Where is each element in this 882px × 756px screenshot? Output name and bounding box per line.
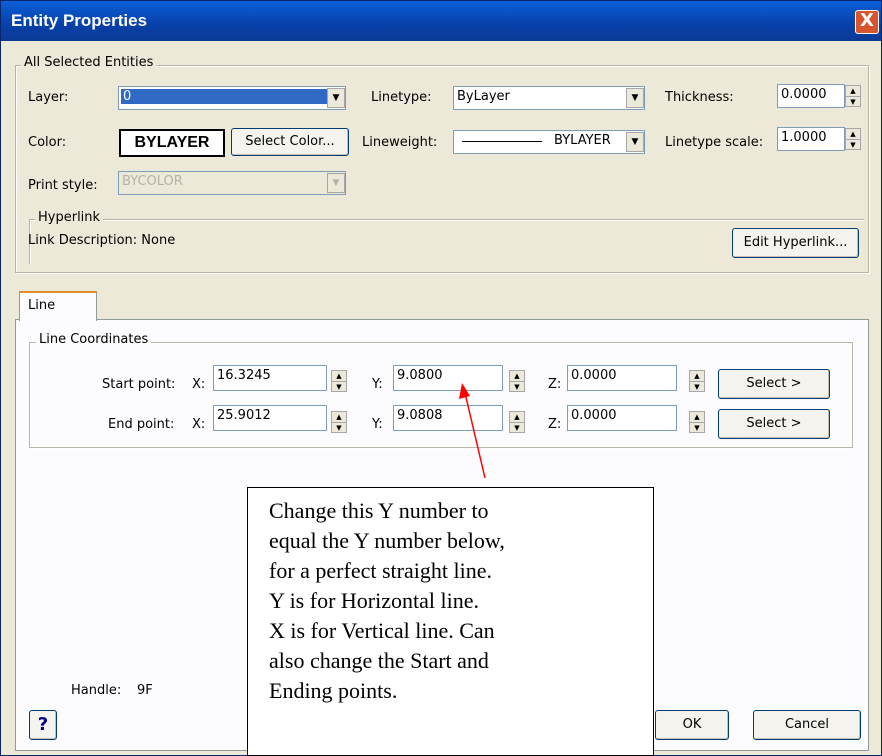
start-y-input[interactable]: 9.0800 <box>393 365 503 391</box>
linetype-scale-input[interactable]: 1.0000 <box>777 127 845 151</box>
start-z-input[interactable]: 0.0000 <box>567 365 677 391</box>
close-button[interactable]: X <box>855 10 879 34</box>
help-button[interactable]: ? <box>29 710 57 740</box>
start-x-label: X: <box>192 377 206 392</box>
lineweight-select[interactable]: BYLAYER <box>453 130 645 154</box>
end-point-label: End point: <box>108 417 175 432</box>
annotation-line: Change this Y number to <box>269 498 489 523</box>
start-x-input[interactable]: 16.3245 <box>213 365 327 391</box>
lineweight-line-icon <box>462 141 542 142</box>
start-point-label: Start point: <box>102 377 176 392</box>
handle-value: 9F <box>137 683 153 698</box>
print-style-dropdown-arrow-icon: ▼ <box>327 173 345 193</box>
annotation-line: also change the Start and <box>269 648 489 673</box>
annotation-line: equal the Y number below, <box>269 528 505 553</box>
lineweight-dropdown-arrow-icon[interactable]: ▼ <box>626 132 644 152</box>
linetype-scale-spinner[interactable]: ▲ ▼ <box>845 128 861 150</box>
select-color-button[interactable]: Select Color... <box>231 128 349 156</box>
layer-label: Layer: <box>28 90 69 105</box>
color-value: BYLAYER <box>119 129 225 157</box>
tab-line[interactable]: Line <box>19 291 97 321</box>
thickness-label: Thickness: <box>665 90 734 105</box>
end-x-spinner[interactable]: ▲ ▼ <box>331 411 347 433</box>
start-y-spinner[interactable]: ▲ ▼ <box>509 370 525 392</box>
annotation-line: X is for Vertical line. Can <box>269 618 495 643</box>
end-x-input[interactable]: 25.9012 <box>213 405 327 431</box>
end-z-input[interactable]: 0.0000 <box>567 405 677 431</box>
start-x-spinner[interactable]: ▲ ▼ <box>331 370 347 392</box>
layer-value: 0 <box>121 89 328 104</box>
line-coordinates-label: Line Coordinates <box>36 332 152 347</box>
ok-button[interactable]: OK <box>655 710 729 740</box>
start-select-button[interactable]: Select > <box>718 369 830 399</box>
layer-dropdown-arrow-icon[interactable]: ▼ <box>327 88 345 108</box>
start-z-label: Z: <box>548 377 562 392</box>
linetype-label: Linetype: <box>371 90 432 105</box>
print-style-label: Print style: <box>28 178 98 193</box>
lineweight-value: BYLAYER <box>554 133 611 148</box>
lineweight-label: Lineweight: <box>362 135 438 150</box>
linetype-dropdown-arrow-icon[interactable]: ▼ <box>626 88 644 108</box>
thickness-input[interactable]: 0.0000 <box>777 84 845 108</box>
start-z-spinner[interactable]: ▲ ▼ <box>689 370 705 392</box>
color-label: Color: <box>28 135 67 150</box>
end-select-button[interactable]: Select > <box>718 409 830 439</box>
handle-label: Handle: <box>71 683 122 698</box>
hyperlink-label: Hyperlink <box>35 210 104 225</box>
end-y-spinner[interactable]: ▲ ▼ <box>509 411 525 433</box>
dialog-title: Entity Properties <box>11 11 148 30</box>
annotation-line: for a perfect straight line. <box>269 558 492 583</box>
end-z-label: Z: <box>548 417 562 432</box>
end-y-label: Y: <box>372 417 383 432</box>
all-selected-entities-label: All Selected Entities <box>21 55 157 70</box>
annotation-callout: Change this Y number to equal the Y numb… <box>247 487 654 756</box>
end-x-label: X: <box>192 417 206 432</box>
end-z-spinner[interactable]: ▲ ▼ <box>689 411 705 433</box>
annotation-line: Ending points. <box>269 678 398 703</box>
linetype-scale-label: Linetype scale: <box>665 135 764 150</box>
thickness-spinner[interactable]: ▲ ▼ <box>845 85 861 107</box>
start-y-label: Y: <box>372 377 383 392</box>
link-description: Link Description: None <box>28 233 176 248</box>
end-y-input[interactable]: 9.0808 <box>393 405 503 431</box>
linetype-select[interactable]: ByLayer <box>453 86 645 110</box>
cancel-button[interactable]: Cancel <box>753 710 861 740</box>
annotation-line: Y is for Horizontal line. <box>269 588 479 613</box>
layer-select[interactable]: 0 <box>118 86 346 110</box>
title-bar: Entity Properties X <box>1 1 881 41</box>
print-style-select: BYCOLOR <box>118 171 346 195</box>
edit-hyperlink-button[interactable]: Edit Hyperlink... <box>732 228 859 258</box>
